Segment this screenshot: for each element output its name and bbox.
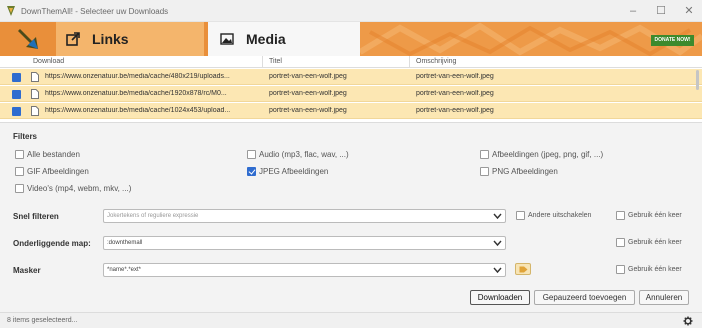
table-header: Download Titel Omschrijving bbox=[0, 56, 702, 68]
table-row[interactable]: https://www.onzenatuur.be/media/cache/10… bbox=[0, 103, 702, 119]
row-url: https://www.onzenatuur.be/media/cache/10… bbox=[45, 107, 231, 114]
row-checkbox[interactable] bbox=[12, 90, 21, 99]
close-button[interactable]: ✕ bbox=[678, 3, 700, 19]
row-checkbox[interactable] bbox=[12, 73, 21, 82]
quick-filter-label: Snel filteren bbox=[13, 212, 59, 221]
chevron-down-icon[interactable] bbox=[493, 211, 502, 221]
window-title: DownThemAll! - Selecteer uw Downloads bbox=[21, 7, 169, 16]
file-icon bbox=[31, 72, 39, 82]
mask-label: Masker bbox=[13, 266, 41, 275]
gear-icon[interactable] bbox=[683, 316, 693, 326]
row-url: https://www.onzenatuur.be/media/cache/48… bbox=[45, 73, 230, 80]
column-divider[interactable] bbox=[409, 56, 410, 68]
cancel-button[interactable]: Annuleren bbox=[639, 290, 689, 305]
filter-label: GIF Afbeeldingen bbox=[27, 167, 89, 176]
table-scrollbar[interactable] bbox=[695, 68, 700, 122]
quick-filter-placeholder: Jokertekens of reguliere expressie bbox=[107, 213, 199, 219]
tab-media-label: Media bbox=[246, 31, 286, 47]
tab-header: Links Media DONATE NOW! bbox=[0, 22, 702, 56]
filter-label: Video's (mp4, webm, mkv, ...) bbox=[27, 184, 132, 193]
status-bar: 8 items geselecteerd... bbox=[0, 312, 702, 328]
quick-filter-input[interactable]: Jokertekens of reguliere expressie bbox=[103, 209, 506, 223]
downthemall-arrow-icon bbox=[18, 29, 38, 49]
filter-label: Audio (mp3, flac, wav, ...) bbox=[259, 150, 349, 159]
row-title: portret-van-een-wolf.jpeg bbox=[269, 107, 347, 114]
tab-media[interactable]: Media bbox=[208, 22, 360, 56]
filters-heading: Filters bbox=[13, 132, 38, 141]
use-once-label: Gebruik één keer bbox=[628, 239, 682, 246]
image-icon bbox=[220, 33, 234, 45]
use-once-option-mask[interactable]: Gebruik één keer bbox=[616, 265, 682, 274]
checkbox[interactable] bbox=[15, 167, 24, 176]
column-header-description[interactable]: Omschrijving bbox=[416, 58, 456, 65]
filter-label: Alle bestanden bbox=[27, 150, 80, 159]
use-once-label: Gebruik één keer bbox=[628, 266, 682, 273]
filter-all-files[interactable]: Alle bestanden bbox=[15, 150, 80, 159]
file-icon bbox=[31, 106, 39, 116]
filter-video[interactable]: Video's (mp4, webm, mkv, ...) bbox=[15, 184, 131, 193]
disable-others-option[interactable]: Andere uitschakelen bbox=[516, 211, 591, 220]
subfolder-label: Onderliggende map: bbox=[13, 239, 91, 248]
add-paused-button[interactable]: Gepauzeerd toevoegen bbox=[534, 290, 635, 305]
checkbox[interactable] bbox=[15, 150, 24, 159]
chevron-down-icon[interactable] bbox=[493, 238, 502, 248]
status-text: 8 items geselecteerd... bbox=[7, 317, 78, 324]
downthemall-logo-icon bbox=[7, 6, 15, 16]
row-title: portret-van-een-wolf.jpeg bbox=[269, 90, 347, 97]
checkbox[interactable] bbox=[15, 184, 24, 193]
checkbox[interactable] bbox=[480, 167, 489, 176]
mask-input[interactable]: *name*.*ext* bbox=[103, 263, 506, 277]
download-table: Download Titel Omschrijving https://www.… bbox=[0, 56, 702, 122]
row-checkbox[interactable] bbox=[12, 107, 21, 116]
checkbox[interactable] bbox=[616, 238, 625, 247]
column-header-title[interactable]: Titel bbox=[269, 58, 282, 65]
chevron-down-icon[interactable] bbox=[493, 265, 502, 275]
donate-button[interactable]: DONATE NOW! bbox=[651, 35, 694, 46]
column-header-download[interactable]: Download bbox=[33, 58, 64, 65]
filters-panel: Filters Alle bestanden Audio (mp3, flac,… bbox=[0, 122, 702, 312]
mask-tags-button[interactable] bbox=[515, 263, 531, 275]
filter-jpeg[interactable]: JPEG Afbeeldingen bbox=[247, 167, 328, 176]
checkbox[interactable] bbox=[616, 211, 625, 220]
filter-png[interactable]: PNG Afbeeldingen bbox=[480, 167, 558, 176]
checkbox[interactable] bbox=[480, 150, 489, 159]
checkbox[interactable] bbox=[247, 150, 256, 159]
minimize-button[interactable]: – bbox=[622, 3, 644, 19]
row-description: portret-van-een-wolf.jpeg bbox=[416, 107, 494, 114]
filter-label: Afbeeldingen (jpeg, png, gif, ...) bbox=[492, 150, 604, 159]
tab-links[interactable]: Links bbox=[56, 22, 204, 56]
checkbox[interactable] bbox=[616, 265, 625, 274]
tab-links-label: Links bbox=[92, 31, 129, 47]
filter-audio[interactable]: Audio (mp3, flac, wav, ...) bbox=[247, 150, 349, 159]
title-bar: DownThemAll! - Selecteer uw Downloads – … bbox=[0, 0, 702, 22]
row-url: https://www.onzenatuur.be/media/cache/19… bbox=[45, 90, 227, 97]
row-title: portret-van-een-wolf.jpeg bbox=[269, 73, 347, 80]
column-divider[interactable] bbox=[262, 56, 263, 68]
filter-gif[interactable]: GIF Afbeeldingen bbox=[15, 167, 89, 176]
filter-images[interactable]: Afbeeldingen (jpeg, png, gif, ...) bbox=[480, 150, 603, 159]
table-row[interactable]: https://www.onzenatuur.be/media/cache/19… bbox=[0, 86, 702, 102]
maximize-button[interactable]: ☐ bbox=[650, 3, 672, 19]
mask-value: *name*.*ext* bbox=[107, 267, 142, 273]
tag-icon bbox=[519, 266, 528, 273]
use-once-option-filter[interactable]: Gebruik één keer bbox=[616, 211, 682, 220]
checkbox[interactable] bbox=[247, 167, 256, 176]
row-description: portret-van-een-wolf.jpeg bbox=[416, 90, 494, 97]
subfolder-value: :downthemall bbox=[107, 240, 143, 246]
table-row[interactable]: https://www.onzenatuur.be/media/cache/48… bbox=[0, 69, 702, 85]
filter-label: JPEG Afbeeldingen bbox=[259, 167, 329, 176]
subfolder-input[interactable]: :downthemall bbox=[103, 236, 506, 250]
external-link-icon bbox=[66, 32, 80, 46]
use-once-option-folder[interactable]: Gebruik één keer bbox=[616, 238, 682, 247]
download-button[interactable]: Downloaden bbox=[470, 290, 530, 305]
disable-others-label: Andere uitschakelen bbox=[528, 212, 592, 219]
file-icon bbox=[31, 89, 39, 99]
use-once-label: Gebruik één keer bbox=[628, 212, 682, 219]
filter-label: PNG Afbeeldingen bbox=[492, 167, 558, 176]
row-description: portret-van-een-wolf.jpeg bbox=[416, 73, 494, 80]
checkbox[interactable] bbox=[516, 211, 525, 220]
